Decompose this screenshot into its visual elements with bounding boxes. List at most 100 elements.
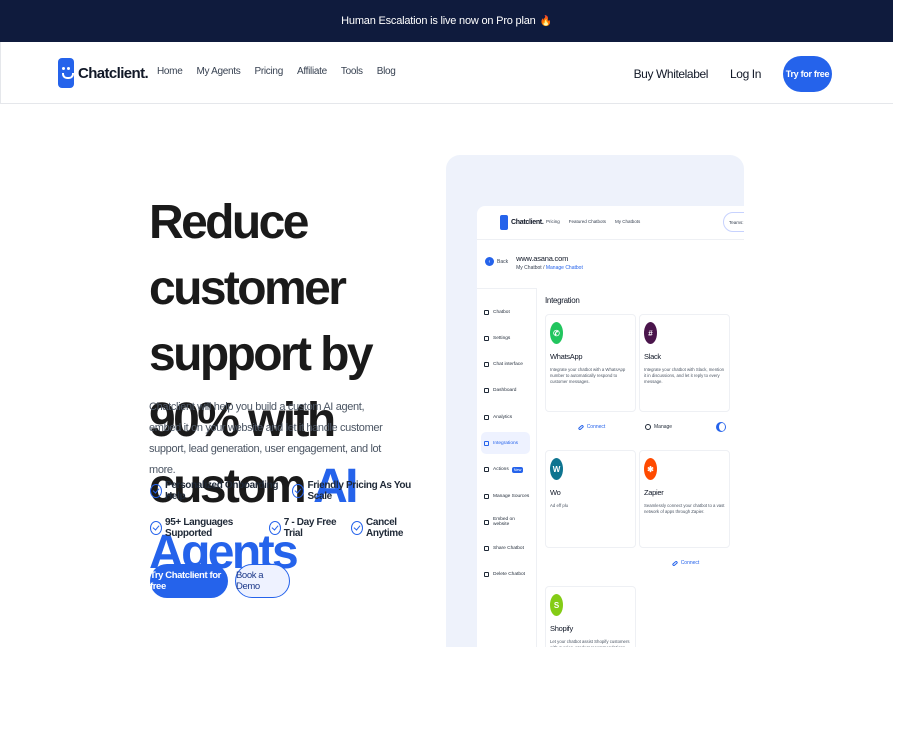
new-badge: New	[511, 466, 524, 473]
gear-icon	[645, 424, 651, 430]
mockup-sidebar: Chatbot Settings Chat interface Dashboar…	[477, 288, 537, 647]
mockup-sidebar-item: Dashboard	[481, 380, 530, 402]
book-demo-button[interactable]: Book a Demo	[235, 564, 290, 598]
mockup-nav: Chatclient. Pricing Featured Chatbots My…	[477, 206, 744, 240]
mockup-sidebar-item: Actions New	[481, 459, 530, 481]
shopify-icon: S	[550, 594, 563, 616]
integration-description: Let your chatbot assist Shopify customer…	[550, 639, 630, 647]
hero-subtitle: Chatclient will help you build a custom …	[149, 401, 383, 476]
zapier-icon: ✱	[644, 458, 657, 480]
buy-whitelabel-link[interactable]: Buy Whitelabel	[634, 67, 709, 81]
whatsapp-icon: ✆	[550, 322, 563, 344]
toggle-switch	[716, 422, 726, 432]
mockup-logo: Chatclient.	[500, 215, 544, 230]
sources-icon	[484, 493, 489, 499]
nav-links: Home My Agents Pricing Affiliate Tools B…	[157, 66, 410, 77]
check-circle-icon	[268, 521, 281, 535]
mockup-breadcrumb: My Chatbot / Manage Chatbot	[516, 265, 583, 271]
nav-link-my-agents[interactable]: My Agents	[196, 66, 240, 77]
integration-description: Integrate your chatbot with a WhatsApp n…	[550, 367, 626, 384]
login-link[interactable]: Log In	[730, 67, 761, 81]
mockup-section-title: Integration	[545, 296, 580, 305]
integration-description: Ad eff plu	[550, 503, 569, 508]
integration-card: ✱ Zapier Seamlessly connect your chatbot t…	[639, 450, 730, 567]
mockup-main: Integration ✆ WhatsApp Integrate your chat…	[545, 296, 744, 647]
link-icon	[671, 559, 678, 567]
feature-item: Personalized Onboarding Help	[150, 480, 284, 502]
integrations-icon	[484, 440, 489, 446]
integration-card: ✆ WhatsApp Integrate your chatbot with a W…	[545, 314, 636, 431]
manage-row: Manage	[640, 417, 731, 437]
announcement-text: Human Escalation is live now on Pro plan	[341, 15, 536, 27]
top-nav: Chatclient. Home My Agents Pricing Affil…	[0, 42, 893, 104]
dashboard-icon	[484, 388, 489, 394]
mockup-team-select: Teams: Any	[723, 212, 744, 232]
feature-item: 7 - Day Free Trial	[268, 517, 343, 539]
feature-item: Cancel Anytime	[351, 517, 422, 539]
mockup-sidebar-item: Settings	[481, 327, 530, 349]
slack-icon: #	[644, 322, 657, 344]
back-arrow-icon: ‹	[485, 257, 494, 266]
nav-link-tools[interactable]: Tools	[341, 66, 363, 77]
feature-item: Friendly Pricing As You Scale	[292, 480, 422, 502]
chat-icon	[484, 362, 489, 368]
link-icon	[577, 423, 584, 431]
share-icon	[484, 546, 489, 552]
gear-icon	[484, 335, 489, 341]
check-circle-icon	[292, 484, 305, 498]
check-circle-icon	[351, 521, 364, 535]
nav-link-home[interactable]: Home	[157, 66, 183, 77]
mockup-window: Chatclient. Pricing Featured Chatbots My…	[477, 206, 744, 647]
mockup-header: ‹ Back www.asana.com My Chatbot / Manage…	[485, 254, 583, 271]
mockup-nav-links: Pricing Featured Chatbots My Chatbots	[546, 219, 641, 224]
check-circle-icon	[150, 484, 162, 498]
integration-name: Shopify	[550, 624, 573, 633]
hero-title-line-1: Reduce customer	[149, 196, 347, 315]
mockup-sidebar-item: Analytics	[481, 406, 530, 428]
logo[interactable]: Chatclient.	[58, 58, 149, 88]
lightning-icon	[484, 467, 489, 473]
announcement-bar[interactable]: Human Escalation is live now on Pro plan…	[0, 0, 893, 42]
check-circle-icon	[150, 521, 162, 535]
integration-name: Slack	[644, 352, 661, 361]
connect-link: Connect	[546, 417, 637, 437]
mockup-sidebar-item: Chat interface	[481, 354, 530, 376]
mockup-sidebar-item: Share Chatbot	[481, 538, 530, 560]
mockup-site-url: www.asana.com	[516, 254, 569, 263]
product-mockup: Chatclient. Pricing Featured Chatbots My…	[446, 155, 744, 647]
trash-icon	[484, 572, 489, 578]
mockup-sidebar-item-active: Integrations	[481, 432, 530, 455]
integration-card: W Wo Ad eff plu	[545, 450, 636, 548]
logo-text: Chatclient.	[78, 64, 149, 82]
integration-card: # Slack Integrate your chatbot with Slack,…	[639, 314, 730, 432]
integration-name: Wo	[550, 488, 561, 497]
feature-list: Personalized Onboarding Help Friendly Pr…	[150, 480, 430, 554]
integration-description: Seamlessly connect your chatbot to a vas…	[644, 503, 725, 514]
feature-item: 95+ Languages Supported	[150, 517, 261, 539]
nav-link-affiliate[interactable]: Affiliate	[297, 66, 327, 77]
chatbot-icon	[484, 309, 489, 315]
connect-link: Connect	[640, 553, 731, 573]
integration-description: Integrate your chatbot with Slack, menti…	[644, 367, 725, 384]
try-free-button[interactable]: Try for free	[783, 56, 832, 92]
nav-actions: Buy Whitelabel Log In Try for free	[634, 56, 832, 92]
analytics-icon	[484, 414, 489, 420]
cta-row: Try Chatclient for free Book a Demo	[150, 564, 290, 598]
integration-name: Zapier	[644, 488, 664, 497]
integration-name: WhatsApp	[550, 352, 583, 361]
integration-card: S Shopify Let your chatbot assist Shopify …	[545, 586, 636, 647]
mockup-sidebar-item: Manage Sources	[481, 485, 530, 507]
fire-icon: 🔥	[539, 15, 552, 27]
embed-icon	[484, 519, 489, 525]
integration-cards: ✆ WhatsApp Integrate your chatbot with a W…	[545, 314, 744, 647]
nav-link-pricing[interactable]: Pricing	[254, 66, 283, 77]
mockup-logo-icon	[500, 215, 508, 230]
mockup-sidebar-item: Embed on website	[481, 511, 530, 533]
page: Human Escalation is live now on Pro plan…	[0, 0, 893, 750]
try-chatclient-button[interactable]: Try Chatclient for free	[150, 564, 228, 598]
mockup-sidebar-item: Chatbot	[481, 301, 530, 323]
nav-link-blog[interactable]: Blog	[377, 66, 396, 77]
logo-mark-icon	[58, 58, 74, 88]
mockup-sidebar-item: Delete Chatbot	[481, 564, 530, 586]
wordpress-icon: W	[550, 458, 563, 480]
